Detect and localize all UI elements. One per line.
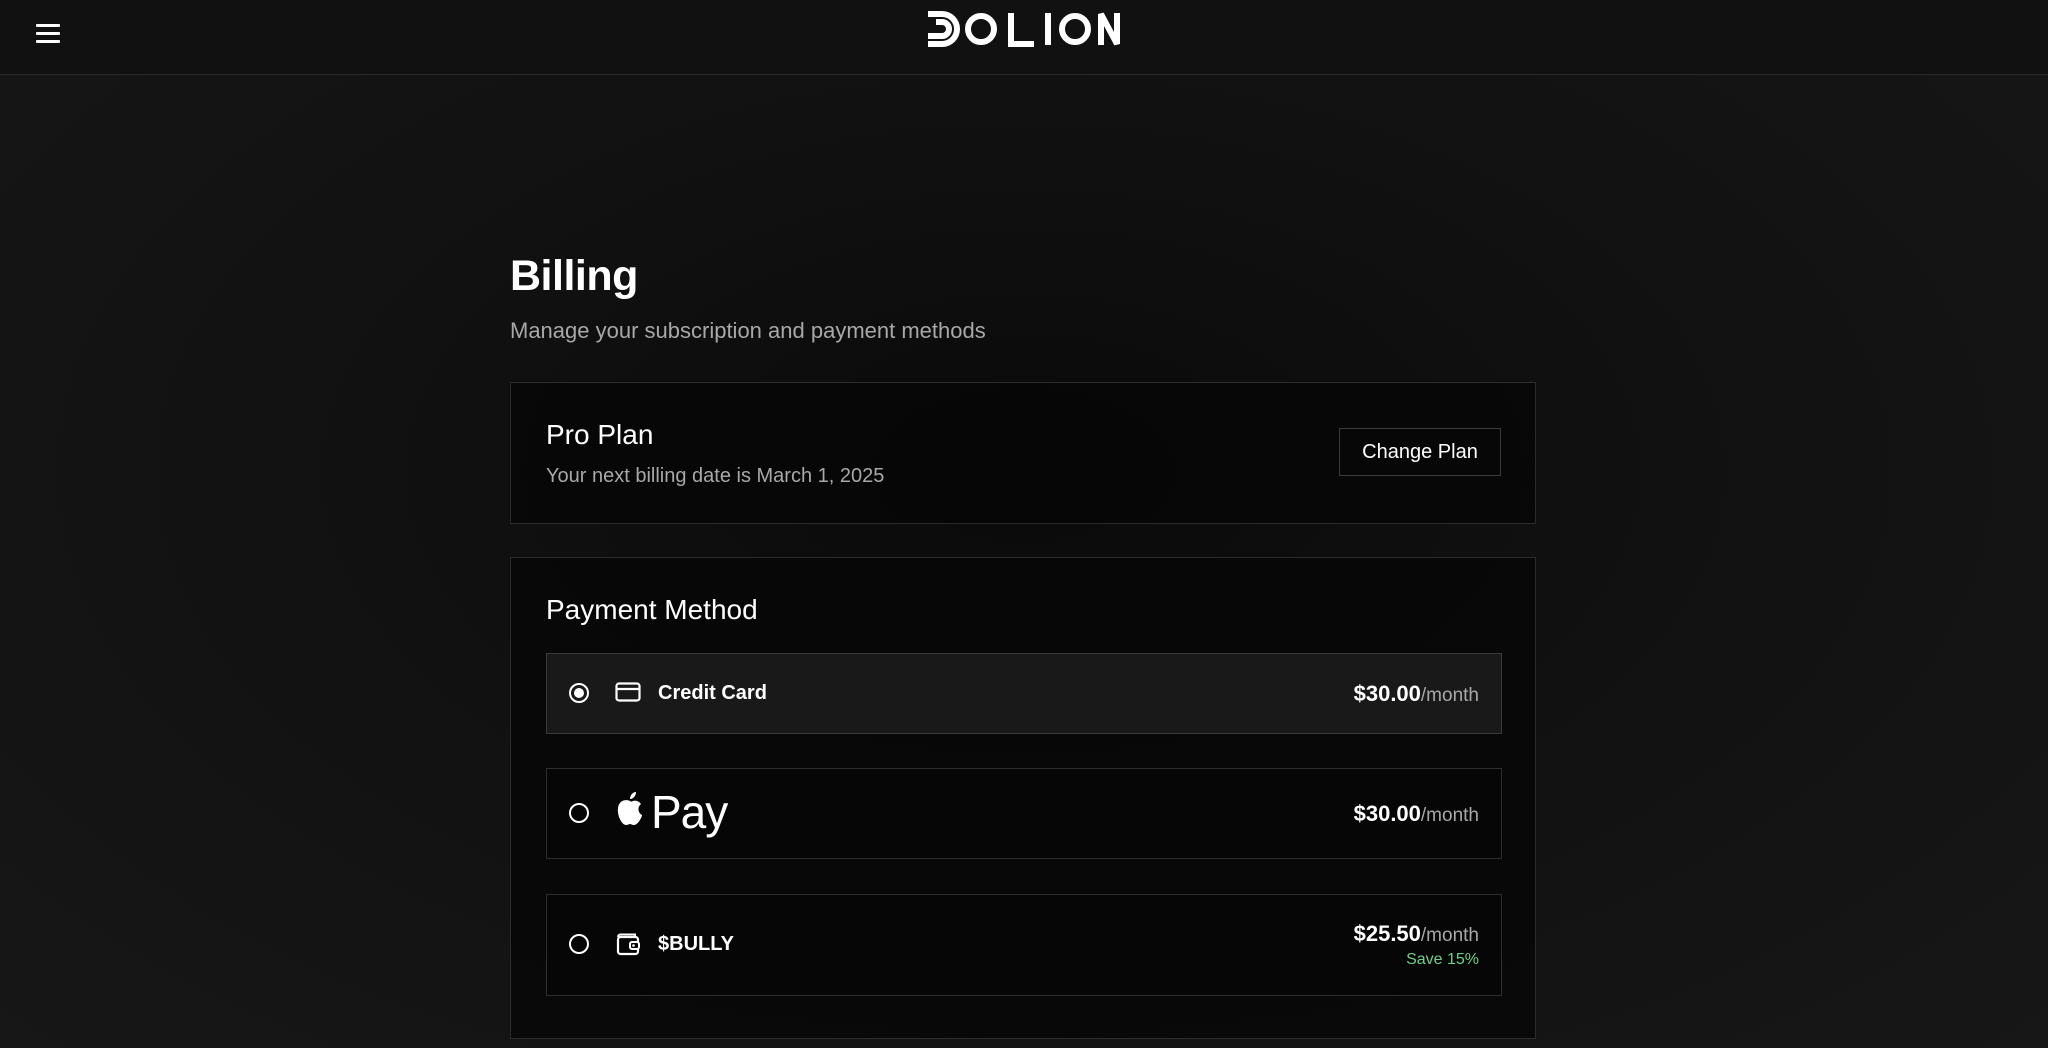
wallet-icon <box>616 933 640 956</box>
payment-method-card: Payment Method Credit Card $30.00/month … <box>510 557 1536 1039</box>
price: $25.50/month <box>1354 921 1479 947</box>
payment-option-label: $BULLY <box>658 933 734 955</box>
dolion-logo[interactable] <box>926 10 1120 48</box>
price: $30.00/month <box>1354 801 1479 827</box>
payment-option-label: Credit Card <box>658 682 767 704</box>
radio-bully[interactable] <box>569 934 589 954</box>
payment-option-bully[interactable]: $BULLY $25.50/month Save 15% <box>546 894 1502 996</box>
payment-option-apple-pay[interactable]: Pay $30.00/month <box>546 768 1502 859</box>
page-subtitle: Manage your subscription and payment met… <box>510 318 986 343</box>
discount-badge: Save 15% <box>1406 951 1479 968</box>
apple-pay-label: Pay <box>651 786 728 838</box>
price-amount: $25.50 <box>1353 921 1421 946</box>
price-period: /month <box>1420 925 1479 946</box>
plan-card: Pro Plan Your next billing date is March… <box>510 382 1536 524</box>
hamburger-menu-icon[interactable] <box>34 22 62 46</box>
credit-card-icon <box>615 682 641 702</box>
payment-option-credit-card[interactable]: Credit Card $30.00/month <box>546 653 1502 734</box>
top-navigation-bar <box>0 0 2048 75</box>
apple-logo-icon <box>617 792 642 825</box>
plan-name: Pro Plan <box>546 419 654 450</box>
page-title: Billing <box>510 252 638 300</box>
next-billing-date: Your next billing date is March 1, 2025 <box>546 465 885 487</box>
change-plan-button[interactable]: Change Plan <box>1339 428 1501 476</box>
price-amount: $30.00 <box>1353 681 1421 706</box>
price-amount: $30.00 <box>1353 801 1421 826</box>
radio-apple-pay[interactable] <box>569 803 589 823</box>
price-period: /month <box>1420 805 1479 826</box>
radio-credit-card[interactable] <box>569 683 589 703</box>
price: $30.00/month <box>1354 681 1479 707</box>
price-period: /month <box>1420 685 1479 706</box>
payment-method-title: Payment Method <box>546 594 758 625</box>
